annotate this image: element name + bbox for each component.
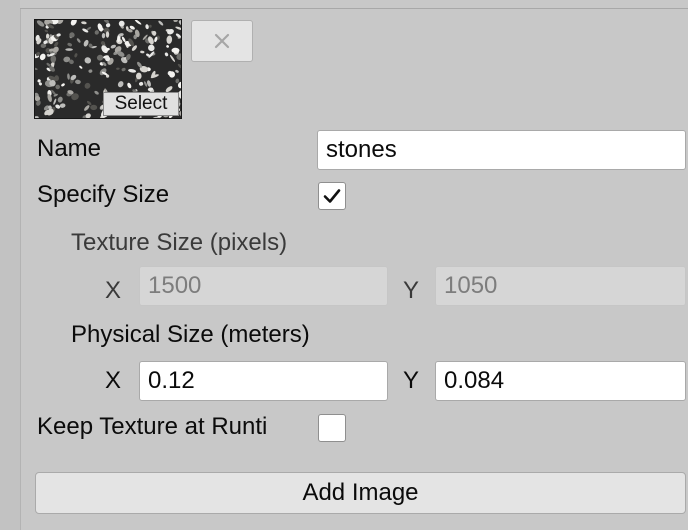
physical-size-label: Physical Size (meters) [71,321,310,348]
texture-thumbnail[interactable]: Select [34,19,182,119]
select-texture-button[interactable]: Select [103,92,179,116]
texture-size-x-label: X [105,277,122,304]
texture-size-label: Texture Size (pixels) [71,229,288,256]
physical-size-y-label: Y [403,367,420,394]
close-icon [214,33,230,49]
texture-size-x-field [139,266,388,306]
keep-texture-checkbox[interactable] [318,414,346,442]
specify-size-checkbox[interactable] [318,182,346,210]
texture-size-y-label: Y [403,277,420,304]
physical-size-x-field[interactable] [139,361,388,401]
remove-image-button[interactable] [191,20,253,62]
name-input[interactable] [317,130,686,170]
specify-size-label: Specify Size [37,181,170,208]
keep-texture-label: Keep Texture at Runti [37,413,268,440]
name-label: Name [37,135,102,162]
add-image-button[interactable]: Add Image [35,472,686,514]
physical-size-y-field[interactable] [435,361,686,401]
physical-size-x-label: X [105,367,122,394]
checkmark-icon [323,189,341,203]
texture-size-y-field [435,266,686,306]
panel-header-divider [20,0,688,9]
